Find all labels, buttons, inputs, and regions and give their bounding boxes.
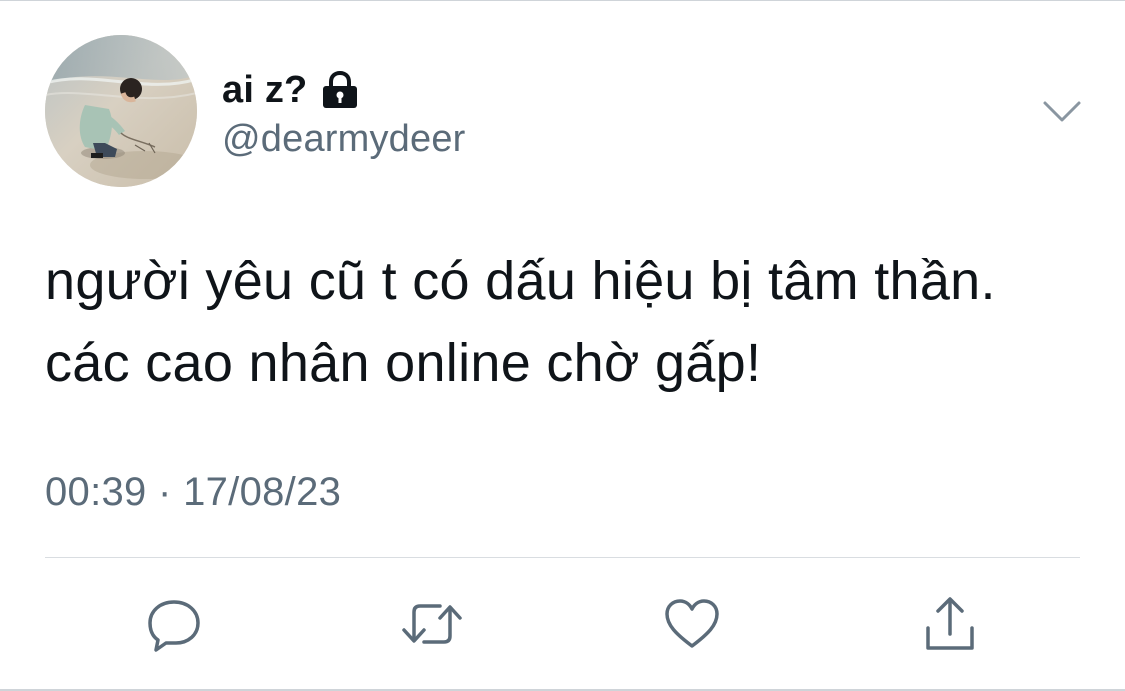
tweet-text-line: các cao nhân online chờ gấp! (45, 333, 762, 393)
handle[interactable]: @dearmydeer (222, 118, 466, 161)
like-button[interactable] (660, 592, 724, 656)
tweet-date: 17/08/23 (183, 470, 342, 514)
display-name-row: ai z? (222, 64, 361, 116)
heart-icon (662, 594, 722, 654)
top-border (0, 0, 1125, 1)
reply-button[interactable] (142, 592, 206, 656)
chevron-down-icon[interactable] (1040, 94, 1084, 130)
display-name[interactable]: ai z? (222, 69, 307, 112)
tweet-time: 00:39 (45, 470, 147, 514)
share-button[interactable] (918, 592, 982, 656)
tweet-timestamp[interactable]: 00:39 · 17/08/23 (45, 470, 341, 515)
tweet-card: ai z? @dearmydeer người yêu cũ t có dấu … (0, 0, 1125, 691)
avatar-image (45, 35, 197, 187)
avatar[interactable] (45, 35, 197, 187)
share-icon (920, 594, 980, 654)
retweet-icon (400, 594, 464, 654)
divider (45, 557, 1080, 558)
reply-icon (144, 594, 204, 654)
lock-icon (319, 69, 361, 111)
tweet-text: người yêu cũ t có dấu hiệu bị tâm thần. … (45, 240, 1105, 404)
tweet-text-line: người yêu cũ t có dấu hiệu bị tâm thần. (45, 251, 996, 311)
meta-separator: · (158, 470, 172, 514)
retweet-button[interactable] (400, 592, 464, 656)
